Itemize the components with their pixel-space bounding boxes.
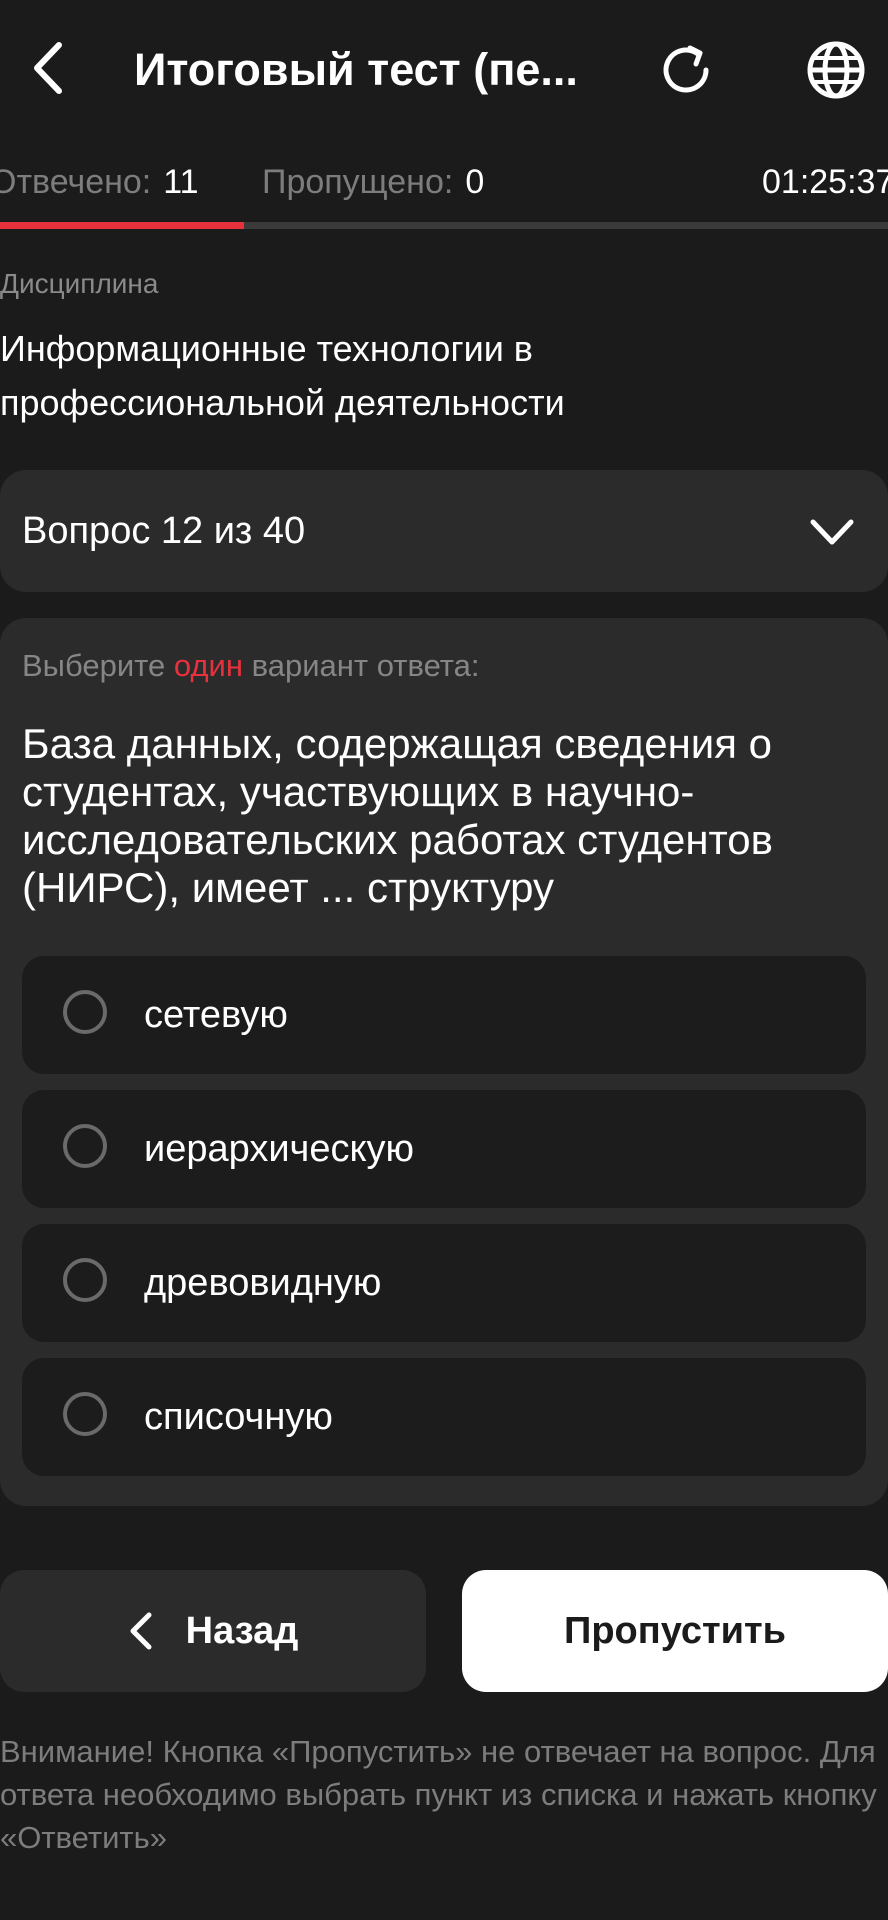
refresh-icon[interactable] <box>650 34 722 106</box>
answer-option-4[interactable]: списочную <box>22 1358 866 1476</box>
progress-bar <box>0 222 888 229</box>
radio-icon[interactable] <box>63 1392 107 1436</box>
answer-option-label: сетевую <box>144 994 288 1036</box>
skip-warning: Внимание! Кнопка «Пропустить» не отвечае… <box>0 1734 877 1855</box>
question-selector[interactable]: Вопрос 12 из 40 <box>0 470 888 592</box>
answer-option-1[interactable]: сетевую <box>22 956 866 1074</box>
progress-bar-fill <box>0 222 245 229</box>
timer: 01:25:37 <box>762 163 888 201</box>
answer-instruction: Выберите один вариант ответа: <box>22 648 480 684</box>
discipline-label: Дисциплина <box>0 268 159 299</box>
answer-option-label: списочную <box>144 1396 333 1438</box>
skipped-label: Пропущено: <box>262 163 454 201</box>
answer-option-2[interactable]: иерархическую <box>22 1090 866 1208</box>
app-header: Итоговый тест (пе... <box>0 0 888 140</box>
answered-label: Отвечено: <box>0 163 152 201</box>
page-title: Итоговый тест (пе... <box>134 44 578 95</box>
chevron-down-icon <box>808 508 856 556</box>
instruction-highlight: один <box>173 648 243 683</box>
radio-icon[interactable] <box>63 1124 107 1168</box>
back-button-label: Назад <box>185 1609 299 1652</box>
skipped-counter: Пропущено: 0 <box>262 158 484 206</box>
radio-icon[interactable] <box>63 1258 107 1302</box>
answer-option-label: иерархическую <box>144 1128 415 1170</box>
back-button[interactable]: Назад <box>0 1570 426 1692</box>
instruction-text-end: вариант ответа: <box>251 648 480 683</box>
question-text: База данных, содержащая сведения о студе… <box>22 720 773 911</box>
chevron-left-icon <box>128 1609 162 1653</box>
discipline-name: Информационные технологии в профессионал… <box>0 328 565 423</box>
globe-icon[interactable] <box>800 34 872 106</box>
answer-option-label: древовидную <box>144 1262 382 1304</box>
chevron-left-icon[interactable] <box>24 36 72 100</box>
question-selector-label: Вопрос 12 из 40 <box>22 510 306 552</box>
skipped-value: 0 <box>465 163 485 201</box>
instruction-text: Выберите <box>22 648 166 683</box>
radio-icon[interactable] <box>63 990 107 1034</box>
skip-button[interactable]: Пропустить <box>462 1570 888 1692</box>
answered-value: 11 <box>163 163 199 201</box>
answer-option-3[interactable]: древовидную <box>22 1224 866 1342</box>
skip-button-label: Пропустить <box>564 1609 786 1652</box>
answered-counter: Отвечено: 11 <box>0 158 199 206</box>
